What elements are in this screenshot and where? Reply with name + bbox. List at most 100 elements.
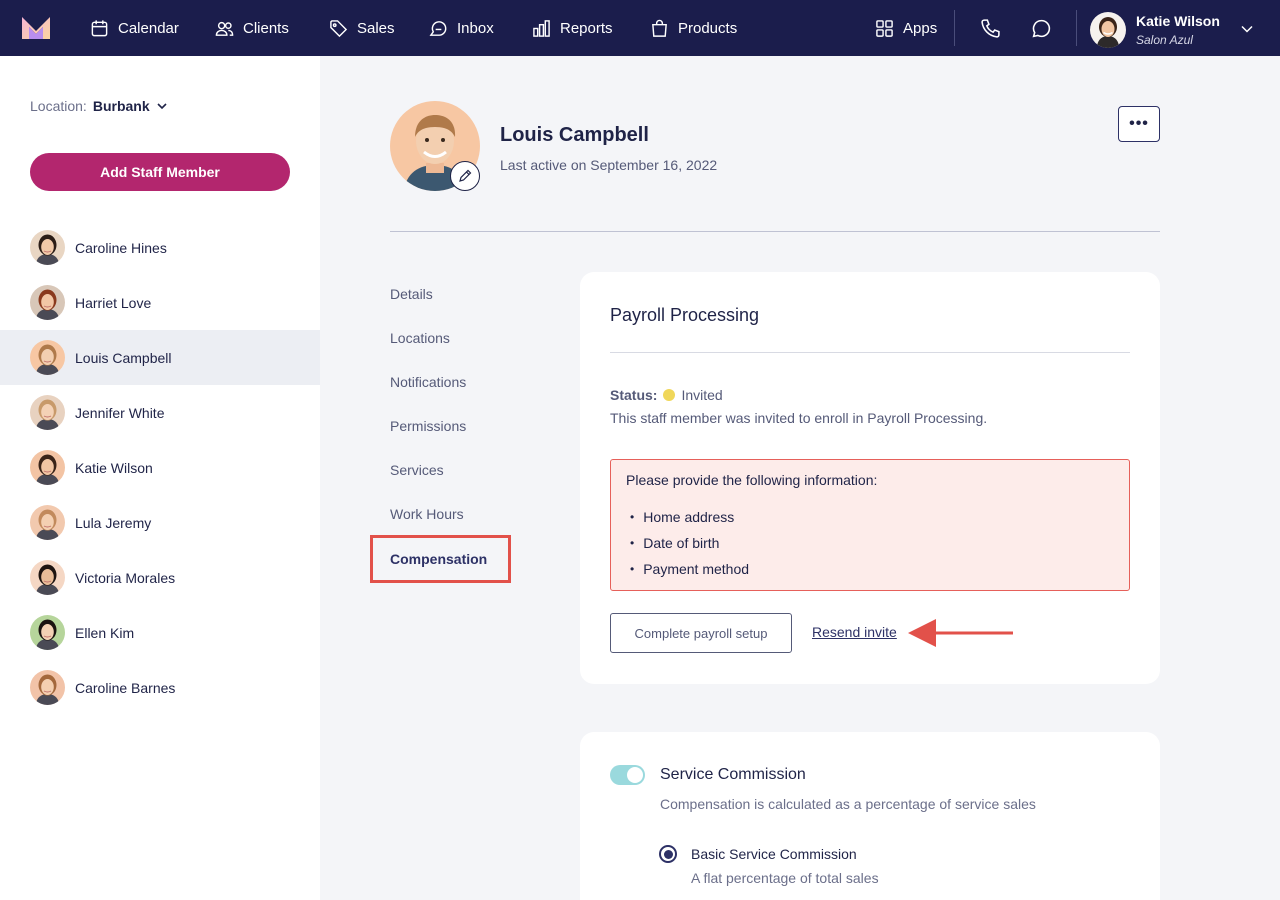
user-salon: Salon Azul	[1136, 32, 1193, 47]
shopping-bag-icon	[652, 19, 667, 37]
phone-icon	[981, 18, 1000, 38]
user-menu[interactable]: Katie Wilson Salon Azul	[1090, 12, 1220, 48]
service-commission-toggle[interactable]	[610, 765, 645, 785]
service-commission-card: Service Commission Compensation is calcu…	[580, 732, 1160, 900]
nav-sales[interactable]: Sales	[329, 0, 395, 56]
subnav-compensation-label: Compensation	[390, 551, 488, 567]
subnav-permissions[interactable]: Permissions	[390, 418, 466, 434]
alert-item: Payment method	[626, 556, 749, 582]
basic-commission-radio[interactable]	[659, 845, 677, 863]
staff-item[interactable]: Harriet Love	[0, 275, 320, 330]
staff-item[interactable]: Katie Wilson	[0, 440, 320, 495]
edit-photo-button[interactable]	[450, 161, 480, 191]
nav-apps[interactable]: Apps	[875, 0, 937, 56]
nav-apps-label: Apps	[903, 19, 938, 37]
card-divider	[610, 352, 1130, 353]
status-value: Invited	[681, 387, 723, 403]
logo-icon[interactable]	[22, 17, 50, 39]
staff-name: Harriet Love	[75, 294, 152, 311]
nav-products-label: Products	[678, 19, 738, 37]
staff-name: Caroline Hines	[75, 239, 167, 256]
chat-button[interactable]	[1031, 0, 1052, 56]
more-dots-icon: •••	[1129, 115, 1149, 132]
apps-grid-icon	[876, 19, 893, 37]
nav-divider	[1076, 10, 1077, 46]
location-label: Location:	[30, 98, 87, 114]
location-value[interactable]: Burbank	[93, 98, 150, 114]
complete-payroll-setup-button[interactable]: Complete payroll setup	[610, 613, 792, 653]
status-dot-icon	[663, 389, 676, 401]
staff-name: Ellen Kim	[75, 624, 135, 641]
arrow-left-icon	[908, 619, 1013, 647]
subnav-details[interactable]: Details	[390, 286, 433, 302]
toggle-knob	[627, 767, 643, 783]
nav-reports-label: Reports	[560, 19, 613, 37]
last-active-text: Last active on September 16, 2022	[500, 157, 718, 173]
nav-inbox-label: Inbox	[457, 19, 494, 37]
staff-item[interactable]: Ellen Kim	[0, 605, 320, 660]
basic-commission-description: A flat percentage of total sales	[691, 870, 879, 886]
staff-avatar	[30, 395, 65, 430]
staff-avatar	[30, 285, 65, 320]
nav-clients-label: Clients	[243, 19, 289, 37]
staff-avatar	[30, 560, 65, 595]
user-name: Katie Wilson	[1136, 12, 1220, 29]
staff-avatar	[30, 505, 65, 540]
inbox-icon	[429, 20, 447, 36]
header-divider	[390, 231, 1160, 232]
chevron-down-icon[interactable]	[1240, 22, 1254, 36]
status-line: Status: Invited	[610, 387, 723, 403]
staff-item[interactable]: Lula Jeremy	[0, 495, 320, 550]
staff-item[interactable]: Jennifer White	[0, 385, 320, 440]
staff-sidebar: Location: Burbank Add Staff Member Carol…	[0, 56, 320, 900]
missing-info-alert: Please provide the following information…	[610, 459, 1130, 591]
nav-calendar-label: Calendar	[118, 19, 179, 37]
staff-avatar	[30, 340, 65, 375]
subnav-services[interactable]: Services	[390, 462, 444, 478]
status-description: This staff member was invited to enroll …	[610, 410, 988, 426]
service-commission-title: Service Commission	[660, 766, 806, 783]
nav-inbox[interactable]: Inbox	[429, 0, 494, 56]
nav-products[interactable]: Products	[650, 0, 737, 56]
nav-calendar[interactable]: Calendar	[90, 0, 179, 56]
staff-item[interactable]: Caroline Hines	[0, 220, 320, 275]
staff-name: Lula Jeremy	[75, 514, 152, 531]
bar-chart-icon	[533, 19, 550, 37]
alert-item: Home address	[626, 504, 749, 530]
profile-name: Louis Campbell	[500, 124, 649, 146]
staff-item[interactable]: Caroline Barnes	[0, 660, 320, 715]
chat-bubble-icon	[1032, 19, 1051, 37]
staff-avatar	[30, 670, 65, 705]
nav-clients[interactable]: Clients	[215, 0, 289, 56]
subnav-compensation[interactable]: Compensation	[370, 535, 511, 583]
add-staff-button[interactable]: Add Staff Member	[30, 153, 290, 191]
nav-reports[interactable]: Reports	[532, 0, 613, 56]
user-avatar	[1090, 12, 1126, 48]
resend-invite-link[interactable]: Resend invite	[812, 624, 897, 640]
staff-list: Caroline Hines Harriet Love Louis Campbell…	[0, 220, 320, 715]
subnav-work-hours[interactable]: Work Hours	[390, 506, 464, 522]
nav-divider	[954, 10, 955, 46]
nav-sales-label: Sales	[357, 19, 395, 37]
tag-icon	[330, 19, 348, 37]
alert-item: Date of birth	[626, 530, 749, 556]
staff-item[interactable]: Victoria Morales	[0, 550, 320, 605]
staff-avatar	[30, 230, 65, 265]
staff-name: Caroline Barnes	[75, 679, 176, 696]
location-selector[interactable]: Location: Burbank	[30, 98, 168, 114]
chevron-down-icon	[157, 103, 167, 110]
staff-name: Katie Wilson	[75, 459, 153, 476]
staff-item[interactable]: Louis Campbell	[0, 330, 320, 385]
more-options-button[interactable]: •••	[1118, 106, 1160, 142]
staff-name: Victoria Morales	[75, 569, 176, 586]
alert-list: Home address Date of birth Payment metho…	[626, 504, 749, 582]
subnav-locations[interactable]: Locations	[390, 330, 450, 346]
service-commission-description: Compensation is calculated as a percenta…	[660, 796, 1036, 812]
staff-avatar	[30, 615, 65, 650]
pencil-icon	[459, 169, 472, 182]
top-nav: Calendar Clients Sales Inbox Reports Pro…	[0, 0, 1280, 56]
staff-avatar	[30, 450, 65, 485]
clients-icon	[215, 21, 234, 36]
phone-button[interactable]	[980, 0, 1001, 56]
subnav-notifications[interactable]: Notifications	[390, 374, 466, 390]
